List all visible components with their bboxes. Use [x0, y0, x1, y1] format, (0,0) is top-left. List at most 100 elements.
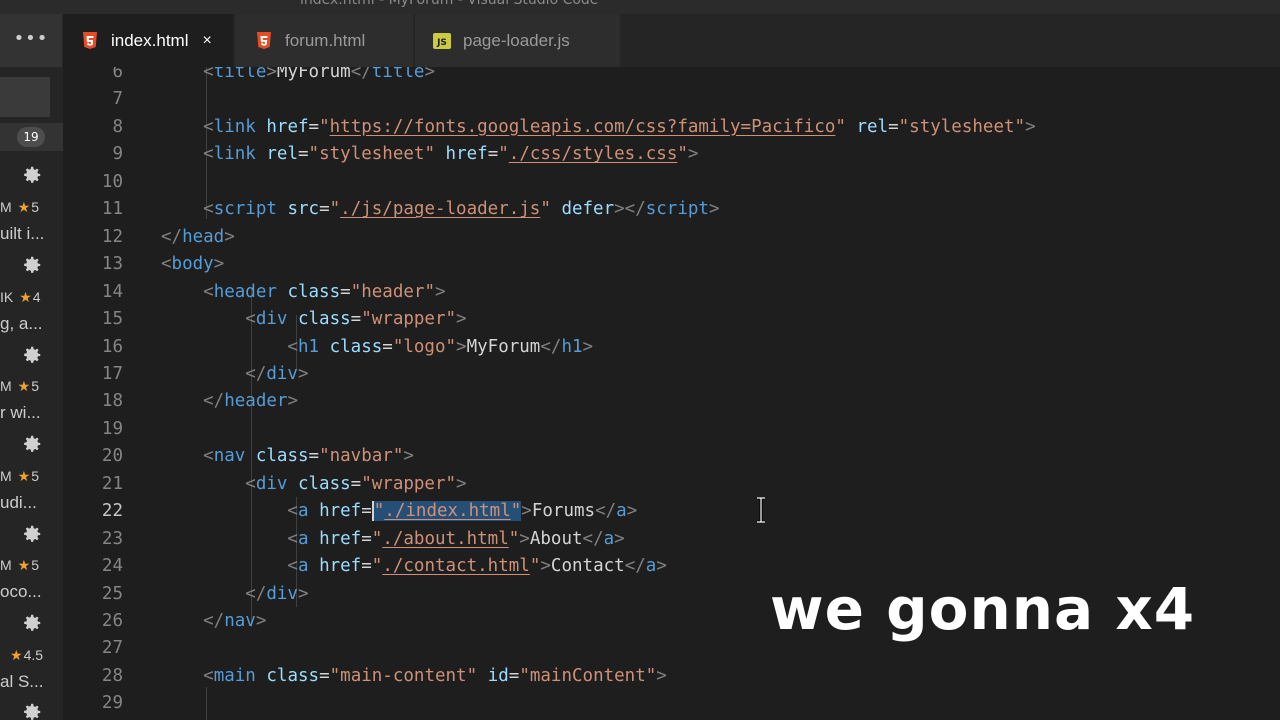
- gear-icon[interactable]: [21, 433, 43, 455]
- code-line[interactable]: 6 <title>MyForum</title>: [63, 67, 1280, 86]
- tab-forum-html[interactable]: forum.html: [235, 14, 413, 67]
- gear-icon[interactable]: [21, 701, 43, 720]
- code-line[interactable]: 19: [63, 416, 1280, 443]
- code-token: >: [266, 67, 277, 82]
- code-token: href: [266, 116, 309, 137]
- code-line[interactable]: 7: [63, 86, 1280, 113]
- line-number: 24: [101, 556, 123, 577]
- code-text: <main class="main-content" id="mainConte…: [161, 663, 667, 690]
- extension-rating-value: 5: [31, 557, 40, 573]
- line-number: 10: [101, 171, 123, 192]
- code-token: =: [319, 665, 330, 686]
- gear-icon[interactable]: [21, 612, 43, 634]
- code-line[interactable]: 16 <h1 class="logo">MyForum</h1>: [63, 334, 1280, 361]
- line-number: 25: [101, 583, 123, 604]
- gear-icon[interactable]: [21, 254, 43, 276]
- code-token: >: [456, 309, 467, 330]
- html5-icon: [81, 31, 99, 51]
- code-token: h1: [297, 336, 320, 357]
- code-token: href: [319, 528, 362, 549]
- tab-page-loader-js[interactable]: JS page-loader.js: [415, 14, 620, 67]
- code-token: Forums: [531, 501, 596, 522]
- code-line[interactable]: 11 <script src="./js/page-loader.js" def…: [63, 196, 1280, 223]
- code-token: <: [161, 665, 214, 686]
- extension-rating-value: 5: [31, 468, 40, 484]
- code-line[interactable]: 18 </header>: [63, 388, 1280, 415]
- code-token: ": [508, 528, 520, 549]
- extension-rating-value: 4.5: [23, 647, 44, 663]
- code-line[interactable]: 29: [63, 690, 1280, 717]
- extension-publisher-fragment: M: [0, 378, 12, 394]
- code-line[interactable]: 21 <div class="wrapper">: [63, 471, 1280, 498]
- line-number: 7: [112, 89, 123, 110]
- line-number: 18: [101, 391, 123, 412]
- sidebar-count-row: 19: [0, 123, 63, 151]
- code-token: ></: [614, 199, 646, 220]
- code-line[interactable]: 15 <div class="wrapper">: [63, 306, 1280, 333]
- code-line[interactable]: 23 <a href="./about.html">About</a>: [63, 526, 1280, 553]
- code-token: </: [161, 583, 267, 604]
- code-token: </: [161, 363, 267, 384]
- code-token: defer: [561, 199, 615, 220]
- gear-icon[interactable]: [21, 344, 43, 366]
- star-icon: ★: [17, 557, 31, 573]
- code-line[interactable]: 9 <link rel="stylesheet" href="./css/sty…: [63, 141, 1280, 168]
- code-text: </header>: [161, 388, 298, 415]
- code-line[interactable]: 10: [63, 169, 1280, 196]
- code-line[interactable]: 14 <header class="header">: [63, 279, 1280, 306]
- code-token: >: [434, 281, 446, 302]
- code-token: nav: [213, 446, 246, 467]
- code-line[interactable]: 28 <main class="main-content" id="mainCo…: [63, 663, 1280, 690]
- code-token: MyForum: [466, 336, 541, 357]
- code-line[interactable]: 17 </div>: [63, 361, 1280, 388]
- star-icon: ★: [17, 378, 31, 394]
- line-number: 21: [101, 473, 123, 494]
- code-text: </nav>: [161, 608, 266, 635]
- line-number: 17: [101, 363, 123, 384]
- line-number: 13: [101, 254, 123, 275]
- code-token: >: [224, 226, 235, 247]
- code-token: >: [255, 611, 267, 631]
- code-line[interactable]: 20 <nav class="navbar">: [63, 443, 1280, 470]
- tab-index-html[interactable]: index.html ×: [63, 14, 233, 67]
- code-token: ": [529, 556, 541, 577]
- code-token: >: [521, 501, 532, 522]
- code-line[interactable]: 8 <link href="https://fonts.googleapis.c…: [63, 114, 1280, 141]
- code-line[interactable]: 12 </head>: [63, 224, 1280, 251]
- code-token: =: [319, 199, 330, 220]
- line-number: 26: [101, 611, 123, 631]
- code-token: a: [616, 501, 627, 522]
- code-token: <: [161, 281, 214, 302]
- more-actions-button[interactable]: •••: [0, 14, 62, 67]
- code-token: <: [161, 116, 214, 137]
- code-token: >: [403, 446, 414, 467]
- line-number: 27: [101, 638, 123, 659]
- js-icon: JS: [433, 31, 451, 51]
- line-number: 8: [112, 116, 123, 137]
- code-token: >: [687, 144, 699, 165]
- sidebar-selected-item[interactable]: [0, 77, 50, 117]
- code-token: script: [645, 199, 709, 220]
- code-token: </: [161, 391, 225, 412]
- line-number: 9: [112, 144, 123, 165]
- close-icon[interactable]: ×: [202, 32, 211, 50]
- gear-icon[interactable]: [21, 523, 43, 545]
- code-text: <link href="https://fonts.googleapis.com…: [161, 114, 1036, 141]
- code-token: class: [297, 309, 351, 330]
- tab-label: forum.html: [285, 30, 366, 50]
- extension-rating-value: 5: [31, 378, 40, 394]
- code-token: =: [308, 116, 320, 137]
- code-line[interactable]: 22 <a href= "./index.html">Forums</a>: [63, 498, 1280, 525]
- code-token: header: [224, 391, 288, 412]
- code-token: >: [1025, 116, 1036, 137]
- code-line[interactable]: 13 <body>: [63, 251, 1280, 278]
- code-token: https://fonts.googleapis.com/css?family=…: [329, 116, 836, 137]
- gear-icon[interactable]: [21, 164, 43, 186]
- code-text: <title>MyForum</title>: [161, 67, 435, 86]
- code-text: </div>: [161, 361, 308, 388]
